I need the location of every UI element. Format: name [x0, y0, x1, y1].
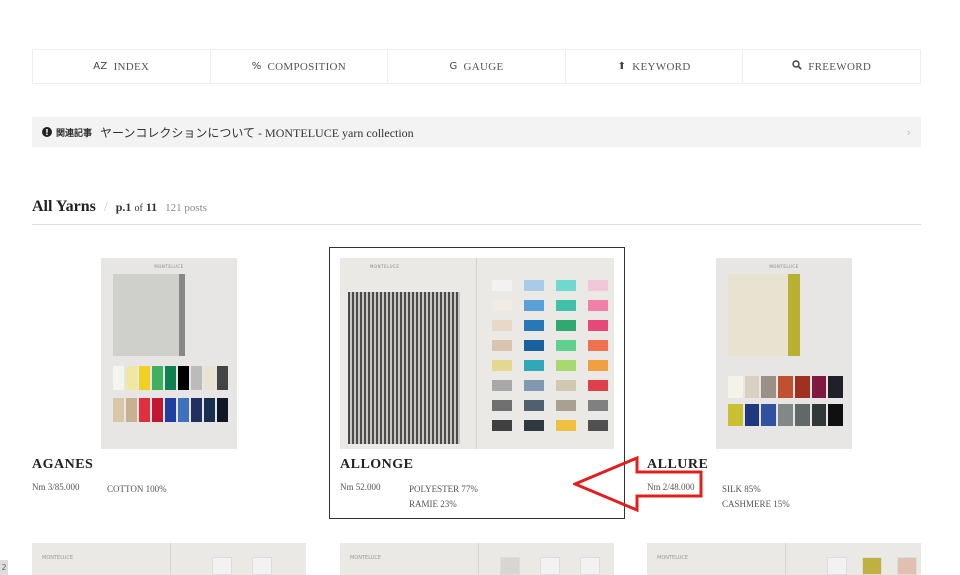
yarn-gauge: Nm 52.000: [340, 482, 381, 492]
page-indicator: p.1 of 11: [115, 200, 158, 214]
color-swatch: [524, 420, 544, 431]
color-swatch: [524, 300, 544, 311]
nav-freeword[interactable]: FREEWORD: [743, 50, 921, 83]
page-title: All Yarns: [32, 198, 96, 215]
yarn-sample-image: MONTELUCE: [340, 258, 614, 449]
color-swatch: [524, 340, 544, 351]
color-swatch: [588, 360, 608, 371]
yarn-sample-image: MONTELUCE: [101, 258, 237, 449]
color-swatch: [588, 400, 608, 411]
section-heading: All Yarns / p.1 of 11 121 posts: [32, 198, 921, 225]
color-swatch: [524, 400, 544, 411]
nav-gauge[interactable]: G GAUGE: [388, 50, 566, 83]
yarn-gauge: Nm 3/85.000: [32, 482, 80, 492]
nav-composition[interactable]: % COMPOSITION: [211, 50, 389, 83]
search-icon: [792, 60, 802, 73]
color-swatch: [588, 300, 608, 311]
info-icon: !: [42, 127, 52, 137]
nav-composition-label: COMPOSITION: [267, 60, 347, 73]
nav-index[interactable]: AZ INDEX: [32, 50, 211, 83]
yarn-card-preview[interactable]: MONTELUCE: [647, 543, 921, 575]
related-label: 関連記事: [56, 127, 93, 138]
nav-index-label: INDEX: [113, 60, 150, 73]
color-swatch: [556, 300, 576, 311]
color-swatch: [588, 380, 608, 391]
color-swatch: [524, 320, 544, 331]
color-swatch: [588, 280, 608, 291]
color-swatch: [492, 400, 512, 411]
annotation-arrow-icon: [573, 456, 703, 512]
nav-freeword-label: FREEWORD: [808, 60, 872, 73]
color-swatch: [556, 360, 576, 371]
keyword-icon: ⬆: [617, 61, 627, 72]
color-swatch: [556, 320, 576, 331]
color-swatch: [492, 300, 512, 311]
related-text: ヤーンコレクションについて - MONTELUCE yarn collectio…: [100, 125, 414, 140]
color-swatch: [524, 380, 544, 391]
category-nav: AZ INDEX % COMPOSITION G GAUGE ⬆ KEYWORD…: [32, 49, 921, 84]
nav-keyword-label: KEYWORD: [632, 60, 691, 73]
color-swatch: [492, 320, 512, 331]
yarn-card-preview[interactable]: MONTELUCE: [340, 543, 614, 575]
color-swatch: [556, 420, 576, 431]
nav-gauge-label: GAUGE: [463, 60, 504, 73]
yarn-composition: SILK 85% CASHMERE 15%: [722, 484, 790, 509]
yarn-sample-image: MONTELUCE: [716, 258, 852, 449]
nav-keyword[interactable]: ⬆ KEYWORD: [566, 50, 744, 83]
color-swatch: [524, 360, 544, 371]
yarn-composition: POLYESTER 77% RAMIE 23%: [409, 484, 478, 509]
color-swatch: [556, 340, 576, 351]
color-swatch: [492, 340, 512, 351]
color-swatch: [492, 280, 512, 291]
color-swatch: [492, 380, 512, 391]
color-swatch: [556, 400, 576, 411]
gauge-icon: G: [449, 61, 458, 72]
color-swatch: [492, 360, 512, 371]
color-swatch: [556, 280, 576, 291]
color-swatch: [588, 340, 608, 351]
post-count: 121 posts: [165, 202, 207, 214]
color-swatch: [492, 420, 512, 431]
page-tab[interactable]: 2: [0, 560, 8, 575]
yarn-name: AGANES: [32, 457, 94, 472]
heading-separator: /: [103, 200, 108, 215]
color-swatch: [588, 320, 608, 331]
yarn-card-aganes[interactable]: MONTELUCE AGANES Nm 3/85.000 COTTON 100%: [32, 248, 328, 520]
color-swatch: [524, 280, 544, 291]
color-swatch: [556, 380, 576, 391]
related-article-link[interactable]: ! 関連記事 ヤーンコレクションについて - MONTELUCE yarn co…: [32, 117, 921, 147]
yarn-name: ALLONGE: [340, 457, 414, 472]
az-icon: AZ: [93, 61, 108, 72]
percent-icon: %: [251, 61, 262, 72]
yarn-composition: COTTON 100%: [107, 484, 167, 494]
color-swatch: [588, 420, 608, 431]
yarn-card-preview[interactable]: MONTELUCE: [32, 543, 306, 575]
chevron-right-icon: ›: [906, 125, 911, 139]
